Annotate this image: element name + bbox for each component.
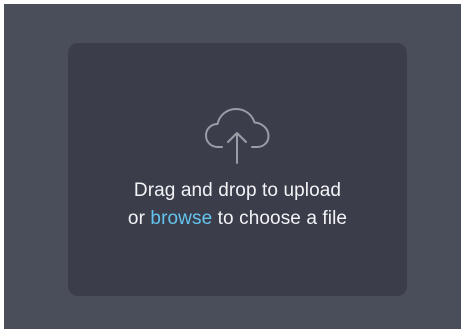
upload-instructions-suffix: to choose a file xyxy=(217,208,348,229)
upload-instructions-line-1: Drag and drop to upload xyxy=(133,180,342,201)
upload-instructions: Drag and drop to upload or browse to cho… xyxy=(68,177,407,233)
browse-link[interactable]: browse xyxy=(150,208,212,229)
cloud-upload-icon xyxy=(205,108,270,164)
app-frame: Drag and drop to upload or browse to cho… xyxy=(4,4,461,329)
upload-instructions-prefix: or xyxy=(127,208,146,229)
upload-instructions-line-2: or browse to choose a file xyxy=(68,205,407,233)
upload-dropzone[interactable]: Drag and drop to upload or browse to cho… xyxy=(68,43,407,296)
